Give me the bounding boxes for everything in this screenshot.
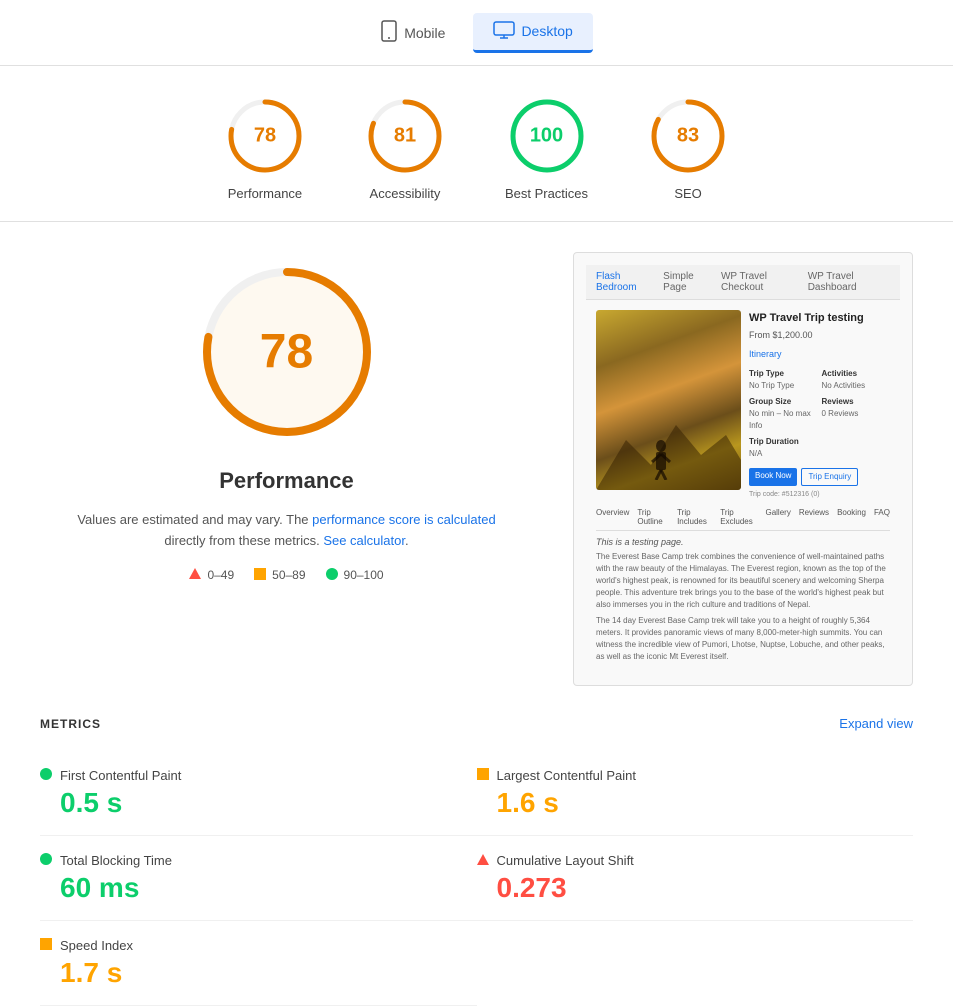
seo-gauge: 83 [648,96,728,176]
screenshot-box: Flash Bedroom Simple Page WP Travel Chec… [573,252,913,686]
fcp-label: First Contentful Paint [60,768,181,783]
perf-description: Values are estimated and may vary. The p… [77,510,497,552]
fcp-icon [40,767,52,783]
header-item-2: Simple Page [663,271,711,293]
legend-pass-label: 90–100 [344,568,384,582]
tbt-label: Total Blocking Time [60,853,172,868]
expand-view-button[interactable]: Expand view [839,716,913,731]
legend-row: 0–49 50–89 90–100 [189,568,383,583]
lcp-icon [477,767,489,783]
average-icon [254,568,266,583]
fcp-name-row: First Contentful Paint [40,767,477,783]
calculator-link[interactable]: See calculator [323,533,405,548]
metrics-title: METRICS [40,717,101,731]
best-practices-score: 100 [530,125,563,148]
performance-score: 78 [254,125,276,148]
metrics-header: METRICS Expand view [40,716,913,731]
accessibility-score: 81 [394,125,416,148]
metrics-grid: First Contentful Paint 0.5 s Largest Con… [40,751,913,1006]
metric-fcp: First Contentful Paint 0.5 s [40,751,477,836]
score-best-practices[interactable]: 100 Best Practices [505,96,588,201]
metric-tbt: Total Blocking Time 60 ms [40,836,477,921]
seo-label: SEO [674,186,701,201]
legend-average: 50–89 [254,568,305,583]
si-label: Speed Index [60,938,133,953]
cls-value: 0.273 [497,872,914,904]
tab-bar: Mobile Desktop [0,0,953,66]
pass-icon [326,568,338,583]
cls-icon [477,852,489,868]
perf-score-link[interactable]: performance score is calculated [312,512,496,527]
metric-lcp: Largest Contentful Paint 1.6 s [477,751,914,836]
performance-gauge: 78 [225,96,305,176]
desktop-icon [493,21,515,42]
scores-row: 78 Performance 81 Accessibility 100 Best… [0,66,953,222]
metrics-section: METRICS Expand view First Contentful Pai… [0,716,953,1006]
tbt-value: 60 ms [60,872,477,904]
main-content: 78 Performance Values are estimated and … [0,222,953,716]
score-performance[interactable]: 78 Performance [225,96,305,201]
cls-label: Cumulative Layout Shift [497,853,634,868]
desc-start: Values are estimated and may vary. The [77,512,312,527]
cls-name-row: Cumulative Layout Shift [477,852,914,868]
tbt-icon [40,852,52,868]
big-performance-gauge: 78 [187,252,387,452]
accessibility-gauge: 81 [365,96,445,176]
seo-score: 83 [677,125,699,148]
tab-desktop-label: Desktop [521,23,572,39]
fail-icon [189,568,201,582]
lcp-name-row: Largest Contentful Paint [477,767,914,783]
metric-cls: Cumulative Layout Shift 0.273 [477,836,914,921]
legend-pass: 90–100 [326,568,384,583]
fcp-value: 0.5 s [60,787,477,819]
screenshot-itinerary: Itinerary [749,348,890,362]
header-item-4: WP Travel Dashboard [808,271,890,293]
tab-mobile[interactable]: Mobile [360,12,465,53]
score-accessibility[interactable]: 81 Accessibility [365,96,445,201]
mobile-icon [380,20,398,45]
header-item-3: WP Travel Checkout [721,271,798,293]
screenshot-header: Flash Bedroom Simple Page WP Travel Chec… [586,265,900,300]
accessibility-label: Accessibility [370,186,441,201]
screenshot-content: WP Travel Trip testing From $1,200.00 It… [586,300,900,673]
header-item-1: Flash Bedroom [596,271,653,293]
metric-si: Speed Index 1.7 s [40,921,477,1006]
desc-mid: directly from these metrics. [164,533,323,548]
screenshot-trip-title: WP Travel Trip testing [749,310,890,327]
performance-label: Performance [228,186,302,201]
si-icon [40,937,52,953]
left-panel: 78 Performance Values are estimated and … [40,252,533,686]
score-seo[interactable]: 83 SEO [648,96,728,201]
lcp-value: 1.6 s [497,787,914,819]
perf-title: Performance [219,468,354,494]
desc-end: . [405,533,409,548]
legend-fail-label: 0–49 [207,568,234,582]
tbt-name-row: Total Blocking Time [40,852,477,868]
lcp-label: Largest Contentful Paint [497,768,636,783]
best-practices-gauge: 100 [507,96,587,176]
si-name-row: Speed Index [40,937,477,953]
best-practices-label: Best Practices [505,186,588,201]
legend-fail: 0–49 [189,568,234,582]
tab-desktop[interactable]: Desktop [473,13,592,53]
legend-average-label: 50–89 [272,568,305,582]
big-score-value: 78 [260,325,313,380]
si-value: 1.7 s [60,957,477,989]
tab-mobile-label: Mobile [404,25,445,41]
right-panel: Flash Bedroom Simple Page WP Travel Chec… [573,252,913,686]
screenshot-price: From $1,200.00 [749,329,890,343]
